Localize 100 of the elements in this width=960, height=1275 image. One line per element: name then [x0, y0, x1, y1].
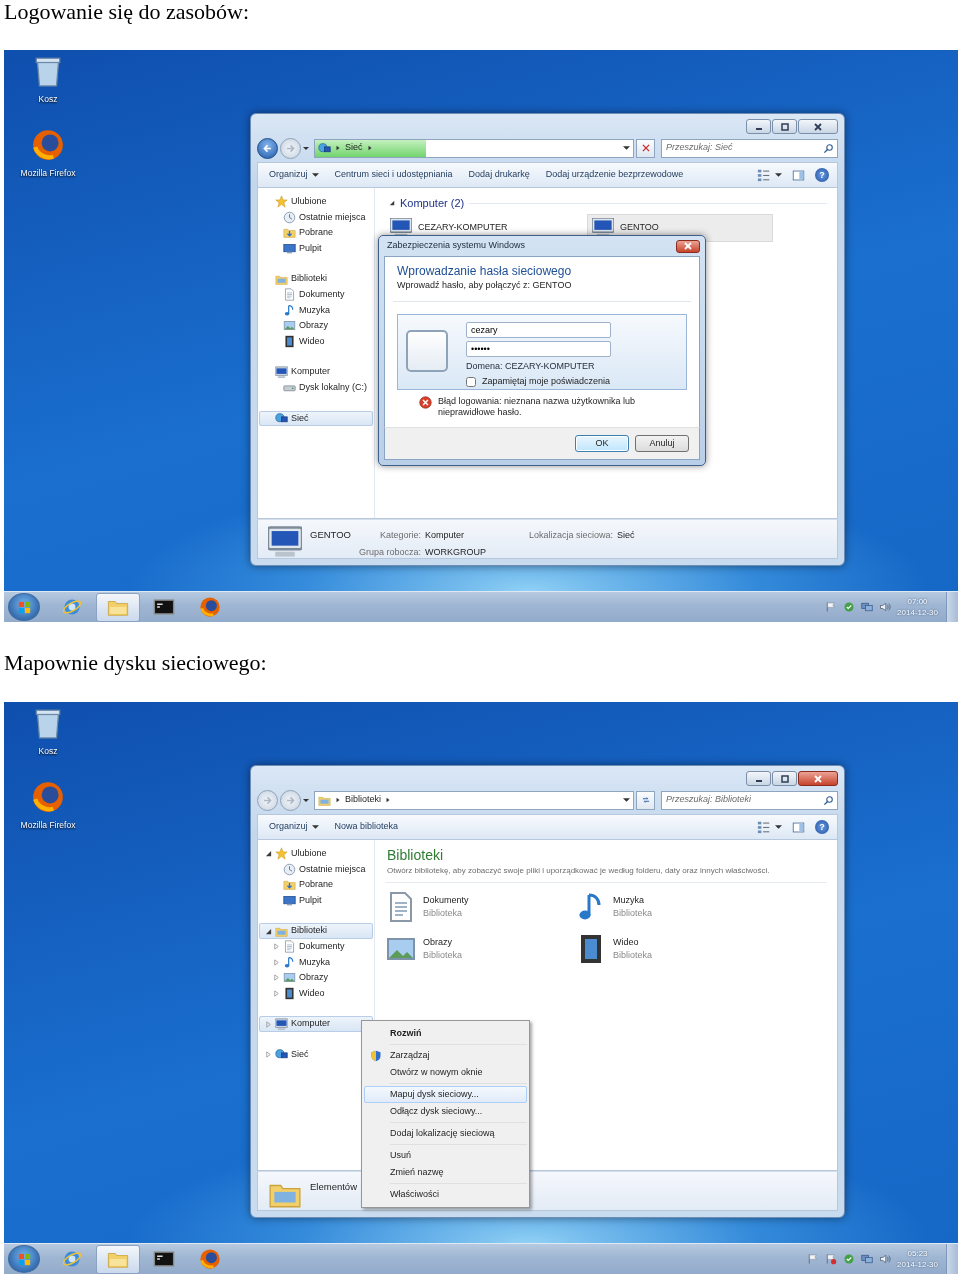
- library-item[interactable]: Wideo Biblioteka: [575, 931, 765, 967]
- check-circle-icon[interactable]: [843, 1253, 856, 1265]
- caret-icon[interactable]: [303, 798, 309, 802]
- tree-item[interactable]: Obrazy: [259, 318, 373, 334]
- monitor-icon: [275, 365, 288, 379]
- start-button[interactable]: [8, 1245, 40, 1273]
- tree-item[interactable]: Ostatnie miejsca: [259, 861, 373, 878]
- tree-item[interactable]: Biblioteki: [259, 923, 373, 939]
- toolbar-button[interactable]: Dodaj urządzenie bezprzewodowe: [538, 165, 691, 185]
- address-field[interactable]: Biblioteki: [314, 790, 634, 810]
- close-button[interactable]: [798, 771, 838, 786]
- stop-button[interactable]: [636, 138, 655, 158]
- caret-icon: [311, 825, 319, 829]
- computer-item[interactable]: CEZARY-KOMPUTER: [385, 213, 571, 242]
- flag-icon[interactable]: [825, 601, 838, 613]
- tree-item[interactable]: Dysk lokalny (C:): [259, 379, 373, 396]
- tree-item[interactable]: Ostatnie miejsca: [259, 209, 373, 226]
- help-button[interactable]: ?: [815, 168, 829, 182]
- field-value: Sieć: [617, 529, 635, 542]
- speaker-icon[interactable]: [879, 601, 892, 613]
- close-button[interactable]: [676, 239, 700, 253]
- menu-item[interactable]: Właściwości: [364, 1186, 527, 1203]
- flag-warning-icon[interactable]: [825, 1253, 838, 1265]
- library-item[interactable]: Obrazy Biblioteka: [385, 931, 575, 967]
- minimize-button[interactable]: [746, 771, 771, 786]
- checkbox[interactable]: [466, 376, 476, 387]
- tree-item[interactable]: Muzyka: [259, 302, 373, 319]
- tree-item[interactable]: Wideo: [259, 333, 373, 350]
- dialog-button[interactable]: OK: [575, 435, 629, 452]
- search-field[interactable]: Przeszukaj: Biblioteki: [661, 790, 838, 810]
- tree-item[interactable]: Dokumenty: [259, 938, 373, 955]
- section-heading: Mapownie dysku sieciowego:: [3, 651, 268, 675]
- tree-item[interactable]: Pulpit: [259, 892, 373, 909]
- network-monitors-icon[interactable]: [861, 601, 874, 613]
- dialog-title: Zabezpieczenia systemu Windows: [387, 239, 526, 253]
- back-button[interactable]: [257, 137, 278, 159]
- desktop-shortcut[interactable]: Mozilla Firefox: [17, 779, 79, 832]
- check-circle-icon[interactable]: [843, 601, 856, 613]
- maximize-button[interactable]: [772, 771, 797, 786]
- show-desktop-button[interactable]: [946, 592, 958, 622]
- network-monitors-icon[interactable]: [861, 1253, 874, 1265]
- start-button[interactable]: [8, 593, 40, 621]
- close-button[interactable]: [798, 119, 838, 134]
- film-icon: [283, 335, 296, 349]
- desktop-shortcut[interactable]: Kosz: [17, 706, 79, 758]
- library-item[interactable]: Muzyka Biblioteka: [575, 889, 765, 925]
- dialog-button[interactable]: Anuluj: [635, 435, 689, 452]
- speaker-icon[interactable]: [879, 1253, 892, 1265]
- tree-item[interactable]: Pobrane: [259, 877, 373, 893]
- section-heading: Logowanie się do zasobów:: [3, 0, 250, 24]
- library-item[interactable]: Dokumenty Biblioteka: [385, 889, 575, 925]
- toolbar-button[interactable]: Centrum sieci i udostępniania: [327, 165, 460, 185]
- tree-item[interactable]: Komputer: [259, 1016, 373, 1032]
- menu-item[interactable]: Mapuj dysk sieciowy...: [364, 1086, 527, 1103]
- flag-icon[interactable]: [807, 1253, 820, 1265]
- search-field[interactable]: Przeszukaj: Sieć: [661, 138, 838, 158]
- screen-icon: [283, 242, 296, 256]
- star-icon: [275, 195, 288, 209]
- tree-item[interactable]: Ulubione: [259, 846, 373, 862]
- breadcrumb-item[interactable]: Sieć: [345, 141, 363, 155]
- minimize-button[interactable]: [746, 119, 771, 134]
- error-icon: [419, 395, 432, 409]
- tree-item[interactable]: Biblioteki: [259, 271, 373, 287]
- checkbox-label: Zapamiętaj moje poświadczenia: [482, 375, 611, 388]
- refresh-button[interactable]: [636, 790, 655, 810]
- toolbar-button[interactable]: Organizuj: [262, 165, 326, 185]
- clock-icon: [283, 862, 296, 876]
- menu-item[interactable]: Usuń: [364, 1147, 527, 1164]
- close-icon: [813, 774, 823, 783]
- username-field[interactable]: cezary: [466, 321, 611, 338]
- toolbar-button[interactable]: Organizuj: [262, 817, 326, 837]
- menu-item[interactable]: Zmień nazwę: [364, 1164, 527, 1181]
- tree-item[interactable]: Dokumenty: [259, 286, 373, 303]
- caret-icon: [311, 173, 319, 177]
- chevron-icon: [385, 796, 392, 804]
- tree-item[interactable]: Obrazy: [259, 970, 373, 986]
- show-desktop-button[interactable]: [946, 1244, 958, 1274]
- tree-item[interactable]: Sieć: [259, 410, 373, 427]
- caret-icon[interactable]: [303, 146, 309, 150]
- maximize-button[interactable]: [772, 119, 797, 134]
- address-field[interactable]: Sieć: [314, 138, 634, 158]
- help-button[interactable]: ?: [815, 820, 829, 834]
- tree-item[interactable]: Ulubione: [259, 194, 373, 210]
- tree-item[interactable]: Wideo: [259, 985, 373, 1002]
- menu-item[interactable]: Odłącz dysk sieciowy...: [364, 1103, 527, 1120]
- desktop-shortcut[interactable]: Kosz: [17, 54, 79, 106]
- tree-item[interactable]: Muzyka: [259, 954, 373, 971]
- music-note-icon: [283, 955, 296, 969]
- tree-item[interactable]: Pobrane: [259, 225, 373, 241]
- menu-item[interactable]: Otwórz w nowym oknie: [364, 1064, 527, 1081]
- tree-item[interactable]: Komputer: [259, 364, 373, 380]
- chevron-icon: [335, 144, 341, 152]
- desktop-shortcut[interactable]: Mozilla Firefox: [17, 127, 79, 180]
- password-field[interactable]: ••••••: [466, 340, 611, 357]
- toolbar-button[interactable]: Nowa biblioteka: [327, 817, 406, 837]
- menu-item[interactable]: Dodaj lokalizację sieciową: [364, 1125, 527, 1142]
- toolbar-button[interactable]: Dodaj drukarkę: [461, 165, 537, 185]
- breadcrumb-item[interactable]: Biblioteki: [345, 793, 382, 807]
- tree-item[interactable]: Pulpit: [259, 240, 373, 257]
- error-message: Błąd logowania: nieznana nazwa użytkownika lub nieprawidłowe hasło.: [438, 395, 637, 418]
